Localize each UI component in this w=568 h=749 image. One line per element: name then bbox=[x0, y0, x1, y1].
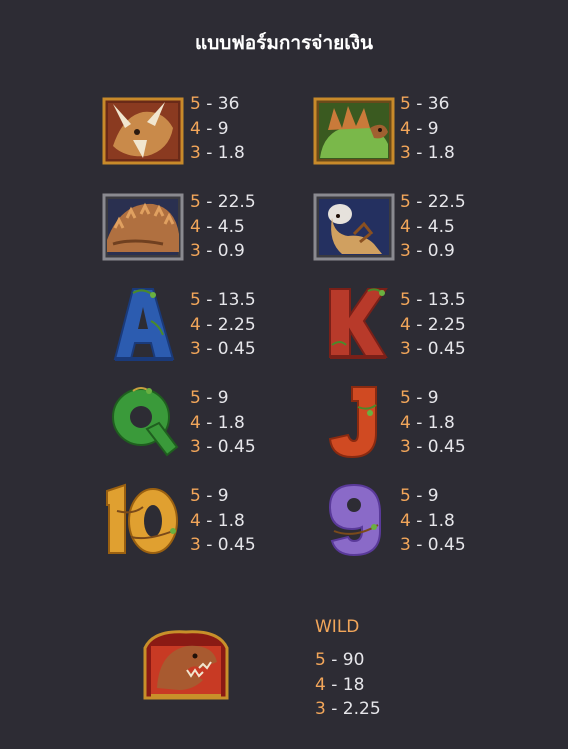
letter-j-icon bbox=[306, 386, 402, 459]
pay-row: 4 - 1.8 bbox=[400, 412, 455, 433]
pay-row: 3 - 0.9 bbox=[190, 241, 245, 261]
pay-row: 3 - 2.25 bbox=[315, 699, 381, 719]
pay-row: 4 - 1.8 bbox=[400, 510, 455, 531]
paytable-entry: 5 - 9 4 - 1.8 3 - 0.45 bbox=[190, 386, 256, 460]
pay-row: 4 - 9 bbox=[400, 118, 439, 139]
pay-row: 5 - 9 bbox=[190, 388, 229, 408]
pay-row: 3 - 0.45 bbox=[190, 437, 256, 457]
paytable-entry: 5 - 36 4 - 9 3 - 1.8 bbox=[400, 92, 455, 166]
triceratops-icon bbox=[95, 96, 191, 166]
wild-label: WILD bbox=[315, 617, 360, 637]
paytable-entry: 5 - 36 4 - 9 3 - 1.8 bbox=[190, 92, 245, 166]
paytable-entry: 5 - 9 4 - 1.8 3 - 0.45 bbox=[400, 386, 466, 460]
paytable-entry: 5 - 22.5 4 - 4.5 3 - 0.9 bbox=[190, 190, 256, 264]
pay-row: 5 - 90 bbox=[315, 650, 365, 670]
stegosaurus-icon bbox=[306, 96, 402, 166]
letter-q-icon bbox=[95, 386, 191, 457]
pay-row: 3 - 0.45 bbox=[400, 339, 466, 359]
pay-row: 5 - 9 bbox=[400, 486, 439, 506]
paytable-entry: 5 - 22.5 4 - 4.5 3 - 0.9 bbox=[400, 190, 466, 264]
pay-row: 4 - 1.8 bbox=[190, 510, 245, 531]
pay-row: 5 - 9 bbox=[190, 486, 229, 506]
t-rex-wild-icon bbox=[140, 626, 232, 702]
pachycephalosaurus-icon bbox=[306, 192, 402, 262]
pay-row: 4 - 4.5 bbox=[190, 216, 245, 237]
pay-row: 3 - 1.8 bbox=[400, 143, 455, 163]
paytable-title: แบบฟอร์มการจ่ายเงิน bbox=[194, 32, 374, 54]
pay-row: 5 - 22.5 bbox=[400, 192, 466, 212]
pay-row: 4 - 1.8 bbox=[190, 412, 245, 433]
pay-row: 4 - 2.25 bbox=[400, 314, 466, 335]
pay-row: 4 - 9 bbox=[190, 118, 229, 139]
number-9-icon bbox=[306, 483, 402, 557]
letter-k-icon bbox=[306, 288, 402, 359]
pay-row: 5 - 13.5 bbox=[190, 290, 256, 310]
paytable-entry: 5 - 13.5 4 - 2.25 3 - 0.45 bbox=[190, 288, 256, 362]
pay-row: 3 - 1.8 bbox=[190, 143, 245, 163]
paytable-entry: 5 - 13.5 4 - 2.25 3 - 0.45 bbox=[400, 288, 466, 362]
pay-row: 4 - 4.5 bbox=[400, 216, 455, 237]
pay-row: 5 - 36 bbox=[190, 94, 240, 114]
pay-row: 4 - 2.25 bbox=[190, 314, 256, 335]
pay-row: 3 - 0.45 bbox=[400, 535, 466, 555]
letter-a-icon bbox=[95, 288, 191, 361]
pay-row: 3 - 0.45 bbox=[190, 535, 256, 555]
paytable-entry: 5 - 9 4 - 1.8 3 - 0.45 bbox=[190, 484, 256, 558]
number-10-icon bbox=[95, 483, 191, 554]
ankylosaurus-icon bbox=[95, 192, 191, 262]
pay-row: 5 - 9 bbox=[400, 388, 439, 408]
pay-row: 3 - 0.45 bbox=[400, 437, 466, 457]
pay-row: 3 - 0.9 bbox=[400, 241, 455, 261]
wild-paytable-entry: 5 - 90 4 - 18 3 - 2.25 bbox=[315, 648, 381, 722]
pay-row: 5 - 13.5 bbox=[400, 290, 466, 310]
pay-row: 5 - 22.5 bbox=[190, 192, 256, 212]
pay-row: 4 - 18 bbox=[315, 674, 365, 695]
pay-row: 3 - 0.45 bbox=[190, 339, 256, 359]
paytable-entry: 5 - 9 4 - 1.8 3 - 0.45 bbox=[400, 484, 466, 558]
pay-row: 5 - 36 bbox=[400, 94, 450, 114]
